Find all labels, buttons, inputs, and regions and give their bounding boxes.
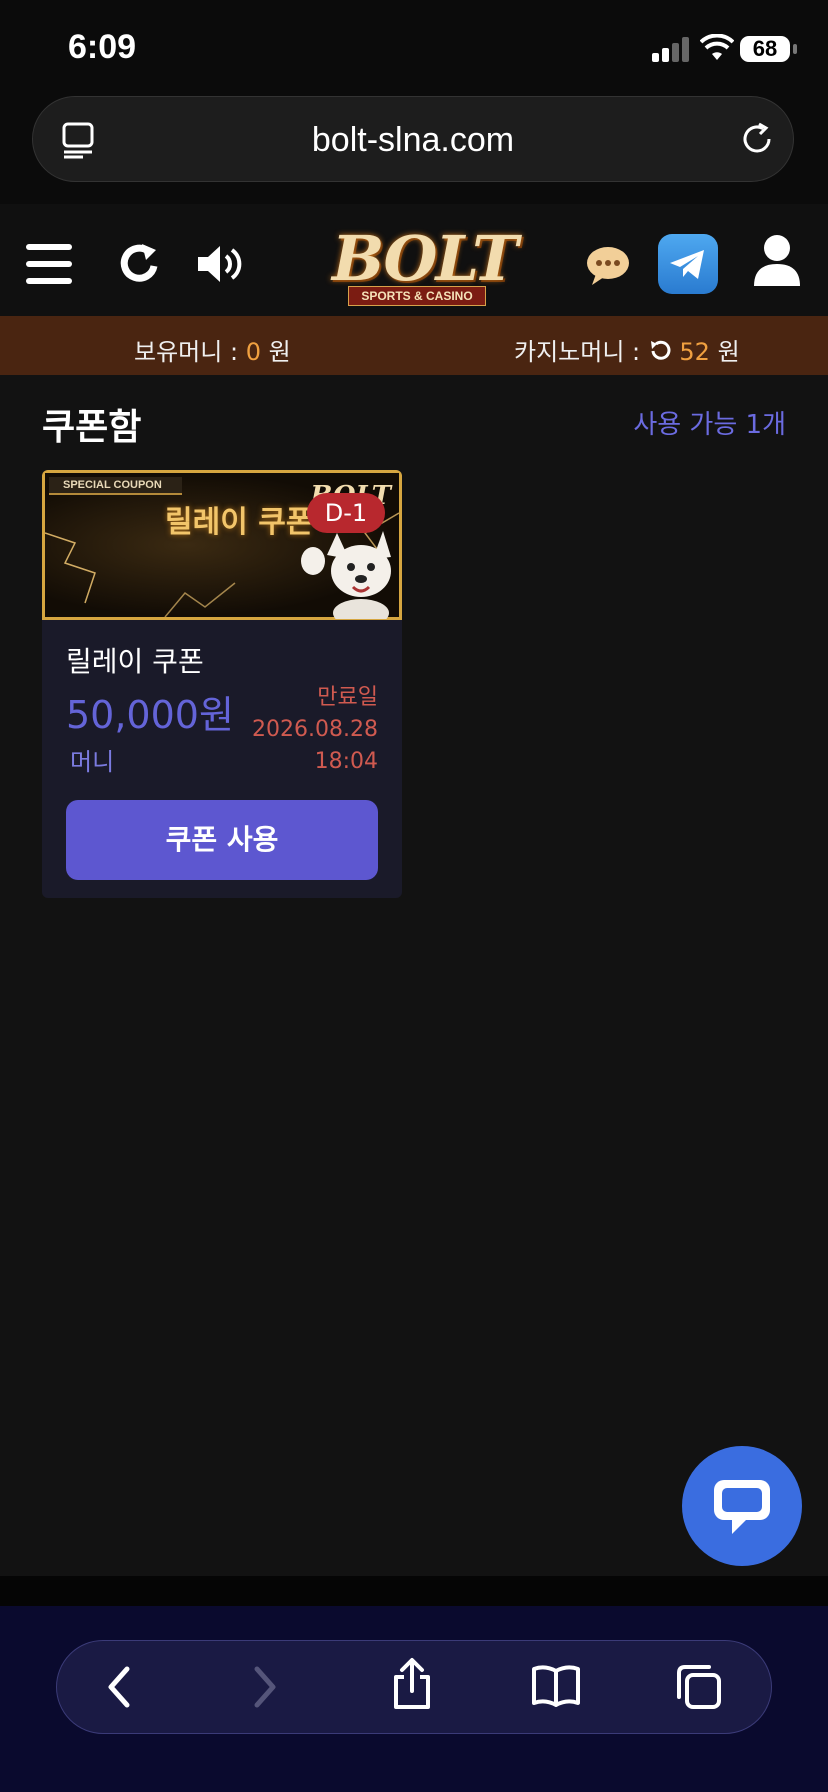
wifi-icon <box>700 34 734 60</box>
refresh-icon[interactable] <box>118 242 162 286</box>
casino-money-value: 52 <box>679 338 710 366</box>
page-title: 쿠폰함 <box>42 407 142 448</box>
chat-bubble-icon[interactable] <box>586 246 630 286</box>
logo-text: BOLT <box>332 222 518 295</box>
status-bar: 6:09 68 <box>0 0 828 94</box>
casino-refresh-icon[interactable] <box>648 339 672 363</box>
money-bar: 보유머니 : 0 원 카지노머니 : 52 원 <box>0 316 828 375</box>
use-coupon-button[interactable]: 쿠폰 사용 <box>66 800 378 880</box>
share-icon[interactable] <box>391 1657 433 1711</box>
casino-money-label: 카지노머니 : <box>514 338 641 366</box>
live-chat-button[interactable] <box>682 1446 802 1566</box>
signal-icon <box>652 36 692 62</box>
back-icon[interactable] <box>103 1663 135 1711</box>
coupon-card: SPECIAL COUPON 릴레이 쿠폰 BOLT D-1 릴레이 쿠폰 50… <box>42 470 402 898</box>
speaker-icon[interactable] <box>196 244 246 284</box>
bookmarks-icon[interactable] <box>531 1663 581 1709</box>
coupon-amount: 50,000원 <box>66 693 234 737</box>
status-time: 6:09 <box>68 28 137 66</box>
menu-icon[interactable] <box>26 244 72 284</box>
forward-icon[interactable] <box>249 1663 281 1711</box>
held-money-unit: 원 <box>268 338 291 366</box>
special-coupon-tag: SPECIAL COUPON <box>49 477 182 495</box>
browser-toolbar <box>56 1640 772 1734</box>
mascot-wolf-icon <box>301 531 391 619</box>
browser-url-area: bolt-slna.com <box>0 94 828 204</box>
battery-icon: 68 <box>740 36 797 62</box>
browser-toolbar-area <box>0 1606 828 1792</box>
expiry-info: 만료일 2026.08.28 18:04 <box>252 682 378 778</box>
held-money-value: 0 <box>245 338 261 366</box>
casino-money-unit: 원 <box>717 338 740 366</box>
site-logo[interactable]: BOLT SPORTS & CASINO <box>318 222 518 312</box>
site-header: BOLT SPORTS & CASINO <box>0 204 828 316</box>
url-text[interactable]: bolt-slna.com <box>33 121 793 160</box>
available-count: 사용 가능 1개 <box>633 410 786 440</box>
banner-title: 릴레이 쿠폰 <box>165 505 314 540</box>
expiry-time: 18:04 <box>314 749 378 774</box>
battery-level: 68 <box>752 36 778 61</box>
coupon-name: 릴레이 쿠폰 <box>66 645 204 678</box>
page-end <box>0 1576 828 1606</box>
coupon-banner: SPECIAL COUPON 릴레이 쿠폰 BOLT D-1 <box>42 470 402 620</box>
logo-subtext: SPORTS & CASINO <box>348 286 486 306</box>
held-money: 보유머니 : 0 원 <box>134 332 291 367</box>
tabs-icon[interactable] <box>675 1663 723 1711</box>
expiry-date: 2026.08.28 <box>252 717 378 742</box>
reload-icon[interactable] <box>739 121 775 157</box>
telegram-icon[interactable] <box>658 234 718 294</box>
casino-money: 카지노머니 : 52 원 <box>514 332 740 367</box>
dday-badge: D-1 <box>307 493 385 533</box>
expiry-label: 만료일 <box>317 685 378 710</box>
coupon-unit: 머니 <box>70 748 115 776</box>
address-bar[interactable]: bolt-slna.com <box>32 96 794 182</box>
held-money-label: 보유머니 : <box>134 338 239 366</box>
user-icon[interactable] <box>754 234 800 288</box>
chat-icon <box>714 1480 770 1534</box>
